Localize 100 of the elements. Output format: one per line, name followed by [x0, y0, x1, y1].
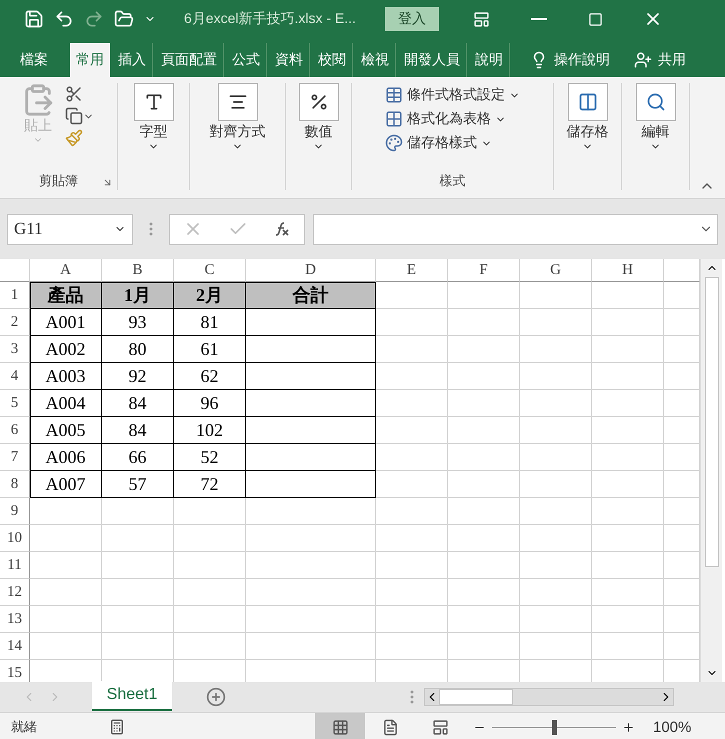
- normal-view-button[interactable]: [315, 713, 365, 739]
- drag-handle-icon: [149, 222, 153, 236]
- table-cell: [448, 282, 520, 309]
- table-cell: [592, 363, 664, 390]
- table-cell: [448, 525, 520, 552]
- ribbon-button[interactable]: 數值: [304, 123, 332, 152]
- vertical-scrollbar[interactable]: [700, 259, 722, 682]
- tell-me-button[interactable]: 操作說明: [524, 43, 616, 77]
- layout-icon: [432, 718, 448, 736]
- ribbon-button[interactable]: 對齊方式: [210, 123, 266, 152]
- sign-in-button[interactable]: 登入: [385, 7, 439, 31]
- share-button[interactable]: 共用: [628, 43, 692, 77]
- table-cell: A005: [30, 417, 102, 444]
- table-cell: 57: [102, 471, 174, 498]
- calculator-icon[interactable]: [109, 719, 125, 735]
- table-cell: 52: [174, 444, 246, 471]
- column-header[interactable]: G: [520, 259, 592, 282]
- save-icon: [24, 9, 44, 29]
- table-cell: [592, 282, 664, 309]
- table-cell: [448, 606, 520, 633]
- table-cell: [520, 606, 592, 633]
- grid-icon: [385, 110, 403, 128]
- scrollbar-thumb[interactable]: [704, 277, 718, 567]
- horizontal-scrollbar[interactable]: [424, 688, 674, 706]
- zoom-level: 100%: [653, 718, 692, 736]
- column-header[interactable]: E: [376, 259, 448, 282]
- palette-icon: [385, 134, 403, 152]
- table-cell: 62: [174, 363, 246, 390]
- minimize-icon: [530, 18, 546, 20]
- window-icon: [473, 10, 490, 28]
- table-cell: 92: [102, 363, 174, 390]
- table-cell: [174, 579, 246, 606]
- ribbon-button[interactable]: 儲存格樣式: [385, 131, 520, 155]
- table-cell: [376, 498, 448, 525]
- table-cell: 61: [174, 336, 246, 363]
- table-cell: [520, 525, 592, 552]
- copy-icon: [65, 107, 83, 125]
- table-cell: 66: [102, 444, 174, 471]
- table-cell: [520, 417, 592, 444]
- table-cell: A004: [30, 390, 102, 417]
- table-cell: A001: [30, 309, 102, 336]
- add-sheet-icon[interactable]: [206, 687, 226, 707]
- cells-button[interactable]: [568, 83, 608, 121]
- table-cell: [592, 336, 664, 363]
- page-icon: [382, 718, 398, 736]
- table-cell: [174, 525, 246, 552]
- redo-icon: [84, 9, 104, 29]
- font-button[interactable]: [134, 83, 174, 121]
- table-cell: [376, 525, 448, 552]
- zoom-slider-thumb[interactable]: [552, 720, 557, 734]
- alignment-button[interactable]: [218, 83, 258, 121]
- scrollbar-thumb[interactable]: [439, 689, 513, 705]
- table-cell: [376, 417, 448, 444]
- number-button[interactable]: [298, 83, 338, 121]
- table-cell: [174, 498, 246, 525]
- table-cell: [30, 525, 102, 552]
- window-title: 6月excel新手技巧.xlsx - E...: [184, 10, 357, 28]
- table-cell: [448, 552, 520, 579]
- undo-icon: [54, 9, 74, 29]
- open-button[interactable]: [114, 9, 134, 29]
- undo-button[interactable]: [54, 9, 74, 29]
- table-cell: 96: [174, 390, 246, 417]
- table-cell: [520, 309, 592, 336]
- editing-button[interactable]: [636, 83, 676, 121]
- name-box[interactable]: G11: [7, 214, 133, 244]
- select-all-corner[interactable]: [0, 259, 30, 282]
- save-button[interactable]: [24, 9, 44, 29]
- table-cell: 84: [102, 417, 174, 444]
- table-cell: [102, 498, 174, 525]
- dialog-launcher-icon[interactable]: [102, 177, 113, 188]
- column-header[interactable]: F: [448, 259, 520, 282]
- ribbon-button[interactable]: 字型: [140, 123, 168, 152]
- ribbon-button[interactable]: 格式化為表格: [385, 107, 520, 131]
- table-cell: 102: [174, 417, 246, 444]
- table-cell: A002: [30, 336, 102, 363]
- table-cell: [30, 498, 102, 525]
- ribbon-tab[interactable]: 常用: [70, 43, 110, 77]
- function-icon: [273, 220, 292, 238]
- table-cell: [448, 471, 520, 498]
- ribbon-tab[interactable]: 檔案: [14, 43, 54, 77]
- table-cell: 93: [102, 309, 174, 336]
- zoom-in-icon[interactable]: [622, 720, 635, 734]
- column-header[interactable]: H: [592, 259, 664, 282]
- table-cell: 1月: [102, 282, 174, 309]
- ribbon-button[interactable]: 儲存格: [566, 123, 608, 152]
- table-cell: [520, 282, 592, 309]
- ribbon-button[interactable]: 編輯: [642, 123, 670, 152]
- function-button[interactable]: [273, 220, 292, 238]
- table-cell: [592, 444, 664, 471]
- table-cell: [520, 471, 592, 498]
- table-cell: [520, 363, 592, 390]
- sheet-tab[interactable]: Sheet1: [92, 681, 172, 711]
- table-cell: [376, 363, 448, 390]
- table-cell: [102, 606, 174, 633]
- table-cell: [376, 309, 448, 336]
- table-cell: [376, 552, 448, 579]
- ribbon-button[interactable]: 條件式格式設定: [385, 83, 520, 107]
- table-cell: [448, 390, 520, 417]
- formula-input[interactable]: [313, 214, 718, 244]
- table-cell: [30, 579, 102, 606]
